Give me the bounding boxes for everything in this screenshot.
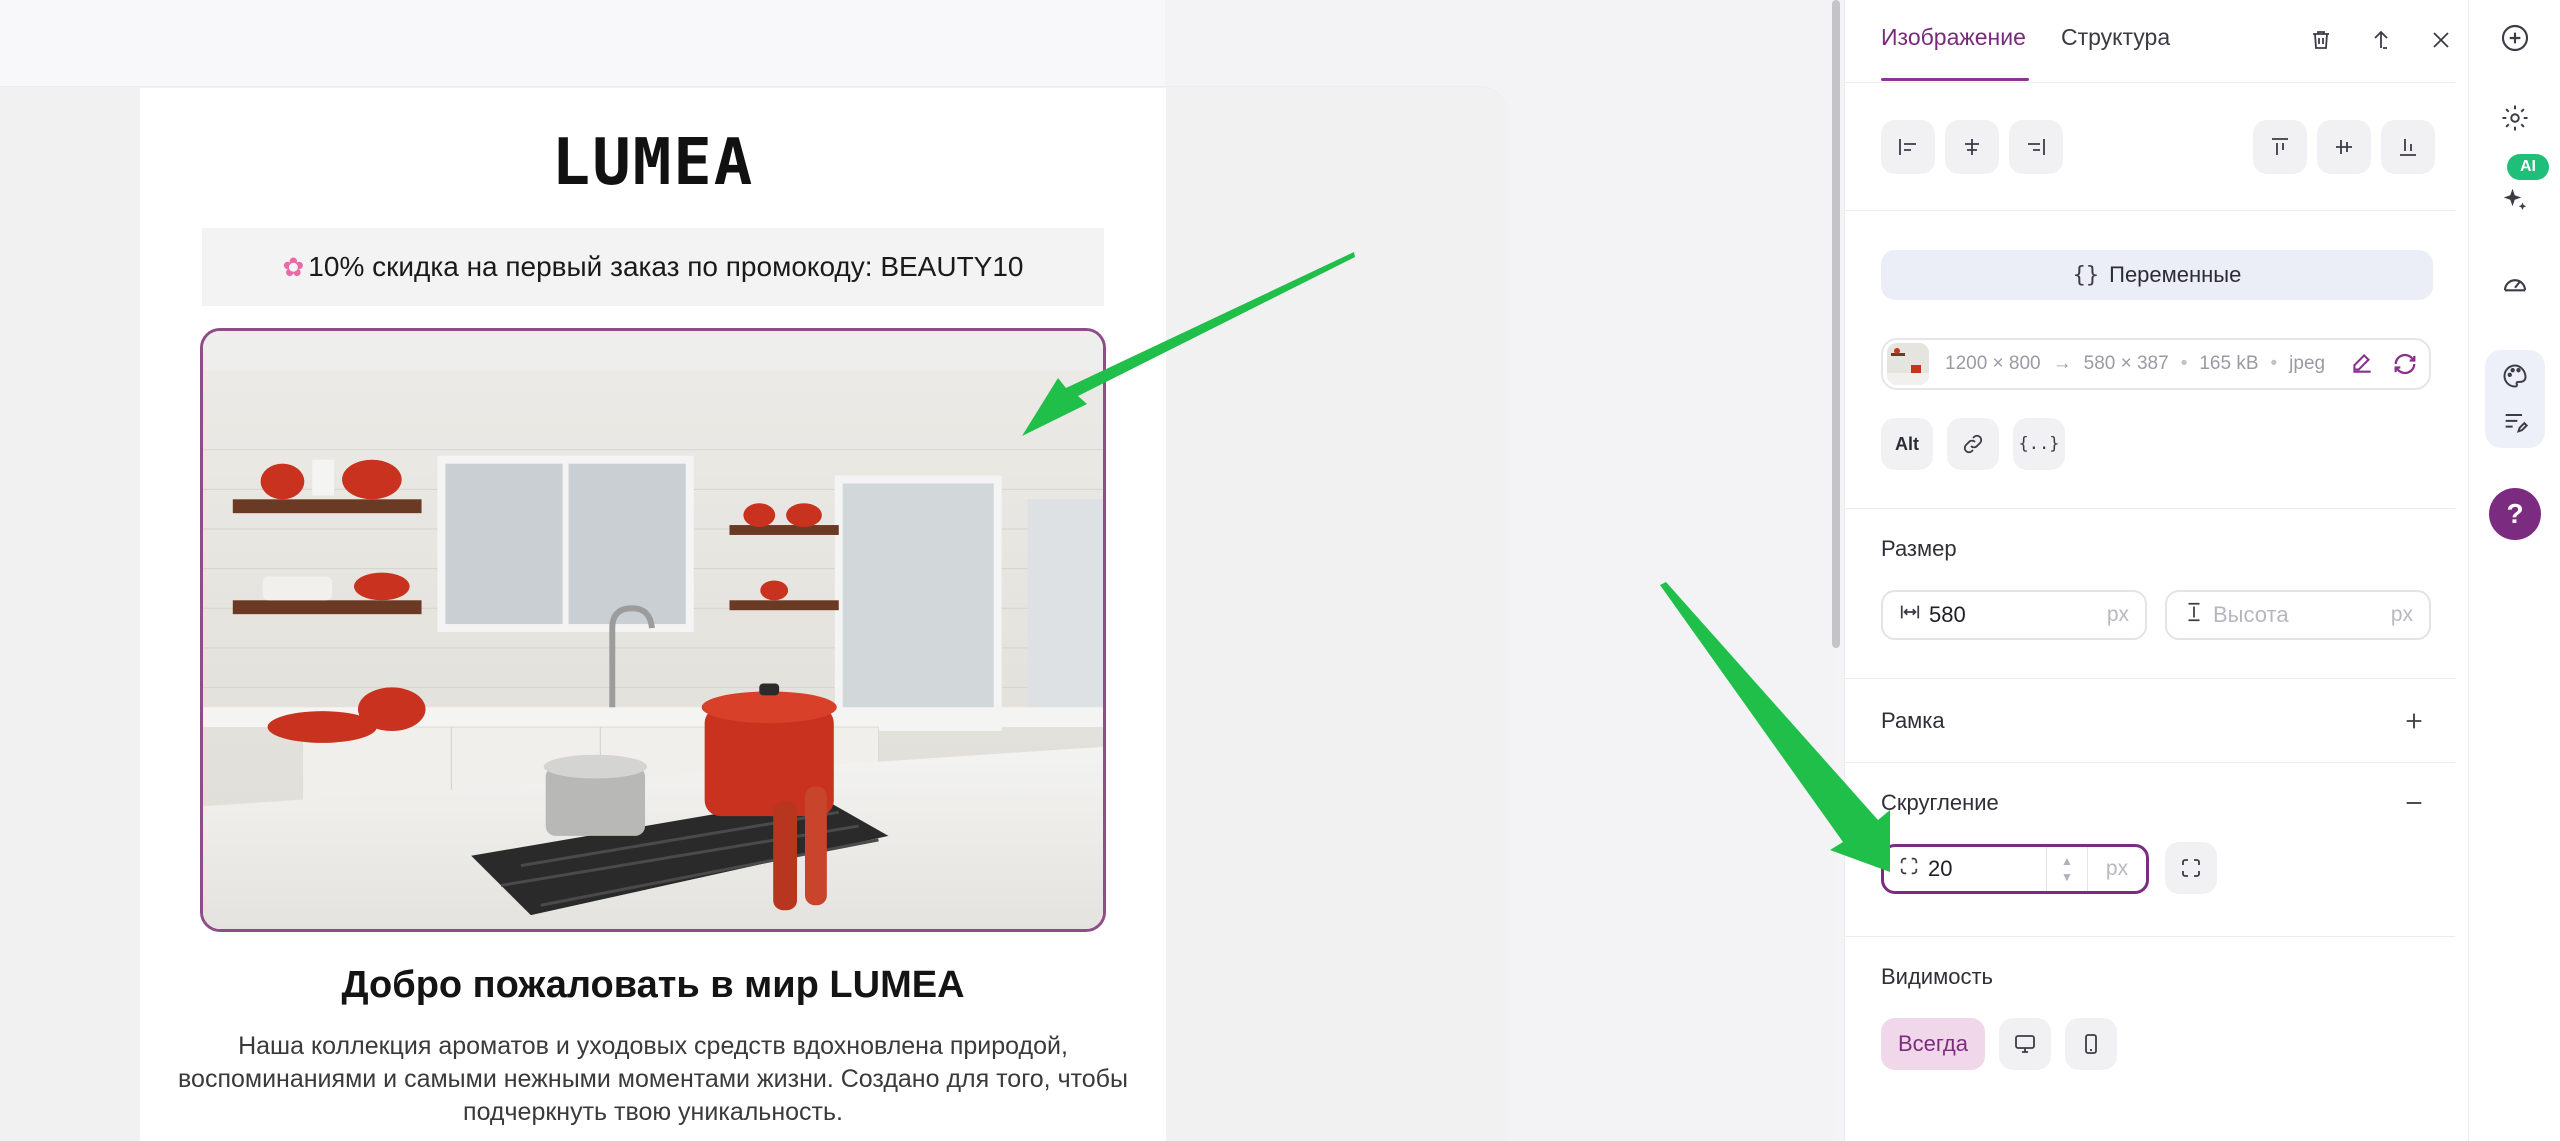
promo-banner[interactable]: ✿ 10% скидка на первый заказ по промокод… bbox=[202, 228, 1104, 306]
image-original-size: 1200 × 800 bbox=[1945, 353, 2041, 374]
kitchen-photo bbox=[203, 331, 1103, 929]
width-field[interactable]: px bbox=[1881, 590, 2147, 640]
height-icon bbox=[2183, 601, 2205, 629]
add-icon[interactable] bbox=[2493, 16, 2537, 60]
close-icon[interactable] bbox=[2423, 22, 2459, 58]
chevron-down-icon[interactable]: ▼ bbox=[2061, 870, 2073, 884]
alt-text-button[interactable]: Alt bbox=[1881, 418, 1933, 470]
trash-icon[interactable] bbox=[2303, 22, 2339, 58]
align-bottom-icon[interactable] bbox=[2381, 120, 2435, 174]
link-icon[interactable] bbox=[1947, 418, 1999, 470]
active-tab-indicator bbox=[1881, 78, 2029, 81]
help-button[interactable]: ? bbox=[2489, 488, 2541, 540]
divider bbox=[1845, 210, 2455, 211]
visibility-label: Видимость bbox=[1881, 964, 1993, 989]
width-icon bbox=[1899, 601, 1921, 629]
divider bbox=[1845, 936, 2455, 937]
canvas-scrollbar[interactable] bbox=[1832, 0, 1840, 648]
variables-button[interactable]: {} Переменные bbox=[1881, 250, 2433, 300]
image-thumbnail[interactable] bbox=[1887, 343, 1929, 385]
tab-image[interactable]: Изображение bbox=[1881, 24, 2026, 51]
plus-icon[interactable] bbox=[2399, 706, 2429, 736]
divider bbox=[1845, 678, 2455, 679]
divider bbox=[1845, 762, 2455, 763]
width-unit: px bbox=[2106, 603, 2129, 626]
mobile-icon[interactable] bbox=[2065, 1018, 2117, 1070]
height-input[interactable] bbox=[2213, 602, 2363, 628]
width-input[interactable] bbox=[1929, 602, 2079, 628]
divider bbox=[1845, 82, 2455, 83]
corner-radius-icon bbox=[1898, 855, 1920, 883]
promo-text: 10% скидка на первый заказ по промокоду:… bbox=[308, 251, 1024, 282]
desktop-icon[interactable] bbox=[1999, 1018, 2051, 1070]
text-edit-icon[interactable] bbox=[2493, 400, 2537, 444]
braces-icon: {} bbox=[2072, 262, 2100, 288]
brand-logo[interactable]: LUMEA bbox=[140, 126, 1166, 200]
email-canvas: LUMEA ✿ 10% скидка на первый заказ по пр… bbox=[0, 0, 1836, 1141]
sparkles-icon[interactable] bbox=[2493, 178, 2537, 222]
minus-icon[interactable] bbox=[2399, 788, 2429, 818]
hero-text[interactable]: Наша коллекция ароматов и уходовых средс… bbox=[160, 1030, 1146, 1129]
height-unit: px bbox=[2390, 603, 2413, 626]
palette-icon[interactable] bbox=[2493, 354, 2537, 398]
image-resized-size: 580 × 387 bbox=[2083, 353, 2169, 374]
align-right-icon[interactable] bbox=[2009, 120, 2063, 174]
hero-image-selected[interactable] bbox=[200, 328, 1106, 932]
pencil-icon[interactable] bbox=[2349, 350, 2375, 381]
align-top-icon[interactable] bbox=[2253, 120, 2307, 174]
variable-icon[interactable]: {..} bbox=[2013, 418, 2065, 470]
arrow-right-icon: → bbox=[2052, 353, 2072, 374]
radius-unit: px bbox=[2087, 847, 2146, 891]
border-label: Рамка bbox=[1881, 708, 1945, 733]
size-label: Размер bbox=[1881, 536, 1957, 561]
ai-badge: AI bbox=[2507, 154, 2549, 180]
speedometer-icon[interactable] bbox=[2493, 262, 2537, 306]
replace-icon[interactable] bbox=[2391, 350, 2419, 383]
height-field[interactable]: px bbox=[2165, 590, 2431, 640]
move-up-icon[interactable] bbox=[2363, 22, 2399, 58]
radius-label: Скругление bbox=[1881, 790, 1999, 815]
separator-dot: • bbox=[2270, 353, 2278, 374]
gear-icon[interactable] bbox=[2493, 96, 2537, 140]
individual-corners-icon[interactable] bbox=[2165, 842, 2217, 894]
radius-stepper[interactable]: ▲ ▼ bbox=[2046, 847, 2087, 891]
divider bbox=[1845, 508, 2455, 509]
canvas-top-strip bbox=[0, 0, 1165, 86]
variables-label: Переменные bbox=[2109, 262, 2242, 287]
align-left-icon[interactable] bbox=[1881, 120, 1935, 174]
chevron-up-icon[interactable]: ▲ bbox=[2061, 854, 2073, 868]
properties-panel: Изображение Структура {} Переменные 1200… bbox=[1844, 0, 2469, 1141]
email-preview: LUMEA ✿ 10% скидка на первый заказ по пр… bbox=[140, 88, 1166, 1141]
image-file-size: 165 kB bbox=[2199, 353, 2259, 374]
align-center-horizontal-icon[interactable] bbox=[1945, 120, 1999, 174]
radius-field[interactable]: ▲ ▼ px bbox=[1881, 844, 2149, 894]
align-middle-vertical-icon[interactable] bbox=[2317, 120, 2371, 174]
hero-title[interactable]: Добро пожаловать в мир LUMEA bbox=[140, 964, 1166, 1007]
separator-dot: • bbox=[2180, 353, 2188, 374]
image-info-bar: 1200 × 800 → 580 × 387 • 165 kB • jpeg bbox=[1881, 338, 2431, 390]
right-toolbar: AI ? bbox=[2468, 0, 2560, 1141]
tab-structure[interactable]: Структура bbox=[2061, 24, 2170, 51]
alt-label: Alt bbox=[1895, 433, 1919, 454]
image-meta: 1200 × 800 → 580 × 387 • 165 kB • jpeg bbox=[1945, 353, 2325, 375]
visibility-always-button[interactable]: Всегда bbox=[1881, 1018, 1985, 1070]
image-format: jpeg bbox=[2289, 353, 2326, 374]
flower-icon: ✿ bbox=[282, 251, 305, 282]
radius-input[interactable] bbox=[1928, 856, 2018, 882]
